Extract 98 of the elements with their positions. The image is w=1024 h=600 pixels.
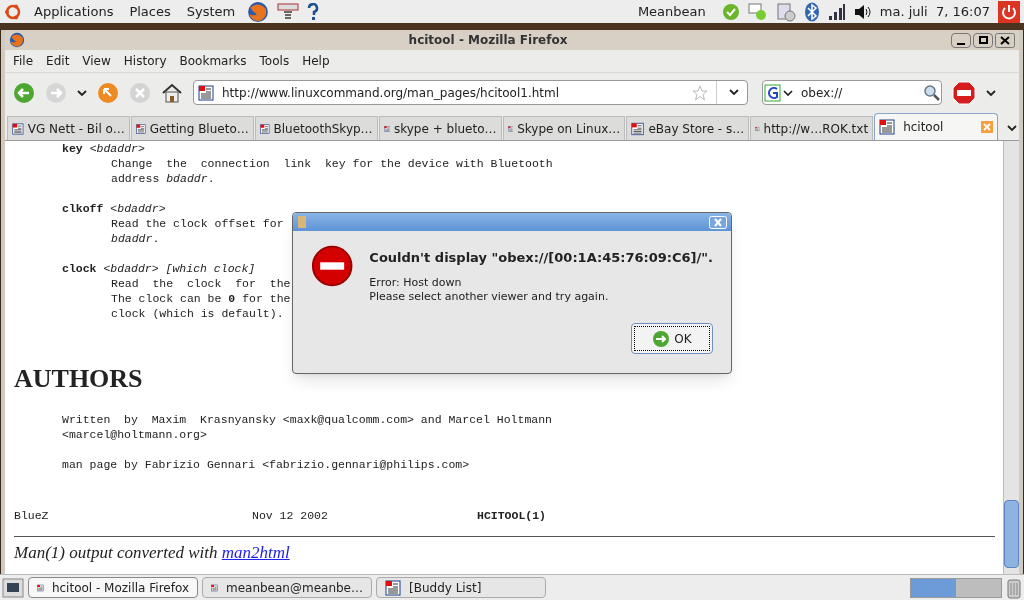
panel-menu[interactable]: Places xyxy=(125,1,175,22)
footer-title: HCITOOL(1) xyxy=(477,508,546,523)
taskbar-button[interactable]: hcitool - Mozilla Firefox xyxy=(28,577,198,598)
history-caret-icon[interactable] xyxy=(77,88,87,97)
author-text: man page by Fabrizio Gennari <fabrizio.gennari@philips.com> xyxy=(61,457,471,472)
reload-icon[interactable] xyxy=(97,81,119,104)
favicon-icon xyxy=(12,120,24,137)
clipboard-icon[interactable] xyxy=(775,1,796,22)
scrollbar[interactable] xyxy=(1003,141,1019,574)
converted-note: Man(1) output converted with man2html xyxy=(14,542,291,564)
command-name: key xyxy=(62,142,83,155)
menu-item[interactable]: File xyxy=(13,52,34,70)
window-firefox-icon xyxy=(9,32,25,48)
url-text: http://www.linuxcommand.org/man_pages/hcitool1.html xyxy=(222,84,561,102)
browser-tab[interactable]: Skype on Linux… xyxy=(502,116,626,140)
panel-menu[interactable]: Applications xyxy=(30,1,118,22)
taskbar-button[interactable]: [Buddy List] xyxy=(376,577,546,598)
ubuntu-logo-icon[interactable] xyxy=(4,2,22,21)
workspace-switcher[interactable] xyxy=(910,577,1002,598)
maximize-icon[interactable] xyxy=(973,32,993,48)
browser-tab[interactable]: http://w…ROK.txt xyxy=(750,116,874,140)
menu-item[interactable]: Bookmarks xyxy=(179,52,247,70)
signal-bars-icon[interactable] xyxy=(827,2,846,21)
minimize-icon[interactable] xyxy=(951,32,971,48)
menu-item[interactable]: Help xyxy=(302,52,330,70)
app-icon xyxy=(385,579,401,596)
bookmark-star-icon[interactable] xyxy=(692,84,708,101)
command-args: <bdaddr> xyxy=(89,142,145,155)
man-text: clock (which is default). xyxy=(111,307,284,320)
favicon-icon xyxy=(879,119,896,135)
tab-label: http://w…ROK.txt xyxy=(763,120,869,138)
bluetooth-icon[interactable] xyxy=(803,1,820,22)
task-label: [Buddy List] xyxy=(409,579,482,597)
tab-label: Getting Blueto… xyxy=(149,120,249,138)
menu-item[interactable]: Edit xyxy=(46,52,70,70)
browser-tab[interactable]: skype + blueto… xyxy=(378,116,502,140)
search-icon[interactable] xyxy=(923,83,941,102)
clock[interactable]: ma. juli 7, 16:07 xyxy=(879,1,990,22)
favicon-icon xyxy=(631,120,645,137)
dialog-message: Please select another viewer and try again. xyxy=(369,289,610,304)
dialog-message: Error: Host down xyxy=(369,275,463,290)
address-bar[interactable]: http://www.linuxcommand.org/man_pages/hcitool1.html xyxy=(193,80,748,105)
browser-tab[interactable]: Getting Blueto… xyxy=(130,116,254,140)
home-icon[interactable] xyxy=(161,81,183,104)
footer-date: Nov 12 2002 xyxy=(252,508,329,523)
toolbar-caret-icon[interactable] xyxy=(986,88,996,97)
taskbar-button[interactable]: meanbean@meanbe… xyxy=(202,577,372,598)
man2html-link[interactable]: man2html xyxy=(221,543,290,562)
panel-menu[interactable]: System xyxy=(182,1,240,22)
site-page-icon xyxy=(198,84,214,101)
power-icon[interactable] xyxy=(998,0,1020,23)
author-text: <marcel@holtmann.org> xyxy=(61,427,208,442)
help-icon[interactable] xyxy=(307,2,320,21)
browser-tab[interactable]: hcitool xyxy=(874,113,998,140)
menu-item[interactable]: View xyxy=(82,52,111,70)
dialog-heading: Couldn't display "obex://[00:1A:45:76:09:C6]/". xyxy=(369,249,713,267)
tab-label: VG Nett - Bil o… xyxy=(27,120,125,138)
section-heading: AUTHORS xyxy=(14,363,144,395)
folder-icon xyxy=(297,215,307,229)
tab-label: BluetoothSkyp… xyxy=(273,120,373,138)
tab-list-caret-icon[interactable] xyxy=(1007,124,1017,132)
command-name: clock xyxy=(62,262,97,275)
browser-tab[interactable]: eBay Store - s… xyxy=(626,116,750,140)
tab-label: skype + blueto… xyxy=(393,120,497,138)
browser-tab[interactable]: VG Nett - Bil o… xyxy=(7,116,130,140)
ok-button[interactable]: OK xyxy=(631,323,713,354)
error-stop-icon xyxy=(311,243,354,289)
close-icon[interactable] xyxy=(995,32,1015,48)
command-name: clkoff xyxy=(62,202,104,215)
man-text: address bdaddr. xyxy=(111,172,215,185)
user-name[interactable]: Meanbean xyxy=(637,1,706,22)
tab-label: Skype on Linux… xyxy=(517,120,621,138)
window-title: hcitool - Mozilla Firefox xyxy=(407,32,569,49)
man-text: bdaddr. xyxy=(111,232,160,245)
browser-tab[interactable]: BluetoothSkyp… xyxy=(254,116,378,140)
stop-sign-icon[interactable] xyxy=(952,80,976,105)
man-text: Read the clock offset for xyxy=(111,217,284,230)
command-args: <bdaddr> xyxy=(110,202,166,215)
menu-item[interactable]: Tools xyxy=(259,52,290,70)
firefox-launcher-icon xyxy=(247,0,270,23)
trash-icon[interactable] xyxy=(1006,576,1022,599)
man-text: The clock can be 0 for the xyxy=(111,292,291,305)
tab-label: eBay Store - s… xyxy=(648,120,745,138)
show-desktop-icon[interactable] xyxy=(2,577,24,598)
command-args: <bdaddr> [which clock] xyxy=(103,262,256,275)
chat-status-icon[interactable] xyxy=(721,2,740,21)
menu-item[interactable]: History xyxy=(123,52,167,70)
search-field[interactable]: obex:// xyxy=(762,80,942,105)
author-text: Written by Maxim Krasnyansky <maxk@qualcomm.com> and Marcel Holtmann xyxy=(61,412,553,427)
volume-icon[interactable] xyxy=(853,3,872,20)
tab-label: hcitool xyxy=(903,119,945,136)
search-text: obex:// xyxy=(801,84,844,102)
footer-text: BlueZ xyxy=(14,508,50,523)
task-label: meanbean@meanbe… xyxy=(225,579,363,597)
man-text: Read the clock for the xyxy=(111,277,291,290)
man-text: Change the connection link key for the device with Bluetooth xyxy=(111,157,553,170)
network-spring-icon[interactable] xyxy=(277,1,300,22)
task-label: hcitool - Mozilla Firefox xyxy=(51,579,189,597)
